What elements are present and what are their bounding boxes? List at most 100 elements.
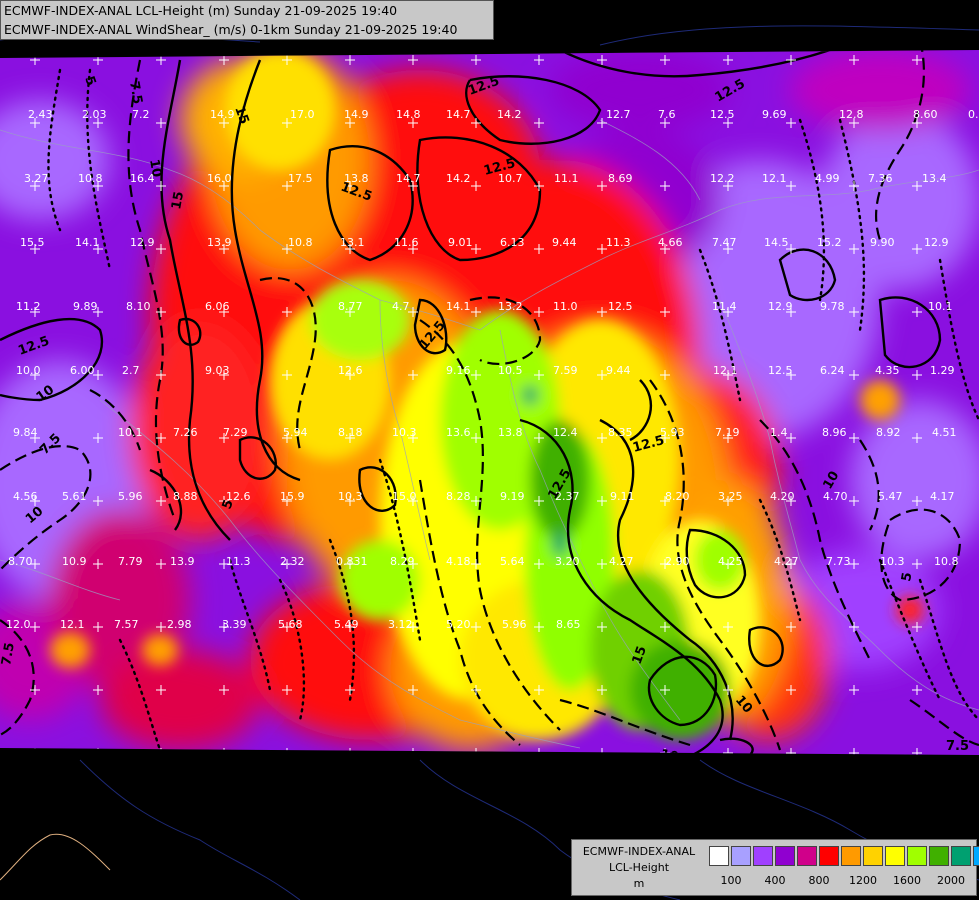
station-value: 2.98 [167, 618, 192, 631]
station-value: 3.39 [222, 618, 247, 631]
station-value: 3.25 [718, 490, 743, 503]
station-value: 9.69 [762, 108, 787, 121]
legend-ticks: 100 400 800 1200 1600 2000 [709, 874, 973, 888]
station-value: 5.68 [278, 618, 303, 631]
station-value: 7.59 [553, 364, 578, 377]
station-value: 6.13 [500, 236, 525, 249]
station-value: 9.03 [205, 364, 230, 377]
station-value: 5.96 [502, 618, 527, 631]
station-value: 5.61 [62, 490, 87, 503]
station-value: 8.92 [876, 426, 901, 439]
legend-title-variable: LCL-Height [608, 861, 670, 874]
legend-swatch [797, 846, 817, 866]
station-value: 10.1 [928, 300, 953, 313]
station-value: 6.00 [70, 364, 95, 377]
station-value: 5.64 [500, 555, 525, 568]
station-value: 14.5 [764, 236, 789, 249]
station-value: 2.90 [665, 555, 690, 568]
station-value: 12.9 [130, 236, 155, 249]
legend-swatch [951, 846, 971, 866]
legend-tick-label: 2000 [937, 874, 965, 887]
legend-swatch [929, 846, 949, 866]
title-line-lcl: ECMWF-INDEX-ANAL LCL-Height (m) Sunday 2… [4, 3, 398, 18]
station-value: 14.2 [497, 108, 522, 121]
contour-label: 10 [146, 158, 164, 178]
station-value: 12.5 [710, 108, 735, 121]
station-value: 8.28 [446, 490, 471, 503]
station-value: 7.29 [223, 426, 248, 439]
station-value: 11.4 [712, 300, 737, 313]
station-value: 12.2 [710, 172, 735, 185]
station-value: 7.26 [173, 426, 198, 439]
legend-tick-label: 1600 [893, 874, 921, 887]
station-value: 9.16 [446, 364, 471, 377]
station-value: 4.27 [774, 555, 799, 568]
station-value: 14.9 [344, 108, 369, 121]
station-value: 8.70 [8, 555, 33, 568]
lcl-field: 2.43 2.03 7.2 14.9 17.0 14.9 14.8 14.7 14.2 12.7 7… [0, 50, 979, 755]
legend-tick-label: 1200 [849, 874, 877, 887]
legend-swatch [885, 846, 905, 866]
station-value: 17.5 [288, 172, 313, 185]
legend-swatches [709, 846, 979, 866]
station-value: 10.1 [118, 426, 143, 439]
station-value: 8.10 [126, 300, 151, 313]
legend-tick-label: 400 [764, 874, 786, 887]
station-value: 5.20 [446, 618, 471, 631]
map-title-box: ECMWF-INDEX-ANAL LCL-Height (m) Sunday 2… [0, 0, 494, 40]
legend-title-model: ECMWF-INDEX-ANAL [582, 845, 696, 858]
station-value: 7.47 [712, 236, 737, 249]
station-value: 10.8 [934, 555, 959, 568]
station-value: 4.70 [823, 490, 848, 503]
station-value: 7.73 [826, 555, 851, 568]
legend-swatch [753, 846, 773, 866]
station-value: 15.0 [392, 490, 417, 503]
legend-tick-label: 100 [720, 874, 742, 887]
station-value: 8.60 [913, 108, 938, 121]
station-value: 15.2 [817, 236, 842, 249]
legend-swatch [731, 846, 751, 866]
station-value: 1.4 [770, 426, 788, 439]
station-value: 2.32 [280, 555, 305, 568]
station-value: 9.44 [552, 236, 577, 249]
station-value: 11.3 [606, 236, 631, 249]
station-value: 4.66 [658, 236, 683, 249]
station-value: 3.12 [388, 618, 413, 631]
station-value: 9.78 [820, 300, 845, 313]
legend-swatch [841, 846, 861, 866]
station-value: 13.6 [446, 426, 471, 439]
station-value: 13.9 [170, 555, 195, 568]
station-value: 12.6 [338, 364, 363, 377]
station-value: 11.0 [553, 300, 578, 313]
legend-title-unit: m [633, 877, 645, 890]
station-value: 12.5 [768, 364, 793, 377]
station-value: 2.03 [82, 108, 107, 121]
station-value: 4.17 [930, 490, 955, 503]
station-value: 4.35 [875, 364, 900, 377]
station-value: 11.3 [226, 555, 251, 568]
station-value: 16.0 [207, 172, 232, 185]
station-value: 12.5 [608, 300, 633, 313]
station-value: 9.89 [73, 300, 98, 313]
station-value: 12.9 [768, 300, 793, 313]
contour-label: 15 [169, 190, 187, 210]
station-value: 6.06 [205, 300, 230, 313]
station-value: 14.1 [75, 236, 100, 249]
station-value: 5.49 [334, 618, 359, 631]
station-value: 13.2 [498, 300, 523, 313]
station-value: 14.9 [210, 108, 235, 121]
station-value: 12.1 [762, 172, 787, 185]
station-value: 12.7 [606, 108, 631, 121]
station-value: 15.9 [280, 490, 305, 503]
station-value: 10.5 [498, 364, 523, 377]
station-value: 6.24 [820, 364, 845, 377]
station-value: 13.1 [340, 236, 365, 249]
station-value: 4.99 [815, 172, 840, 185]
station-value: 7.79 [118, 555, 143, 568]
station-value: 9.84 [13, 426, 38, 439]
contour-label: 7.5 [946, 739, 969, 754]
station-value: 7.36 [868, 172, 893, 185]
station-value: 12.4 [553, 426, 578, 439]
station-value: 14.7 [446, 108, 471, 121]
station-value: 8.29 [390, 555, 415, 568]
